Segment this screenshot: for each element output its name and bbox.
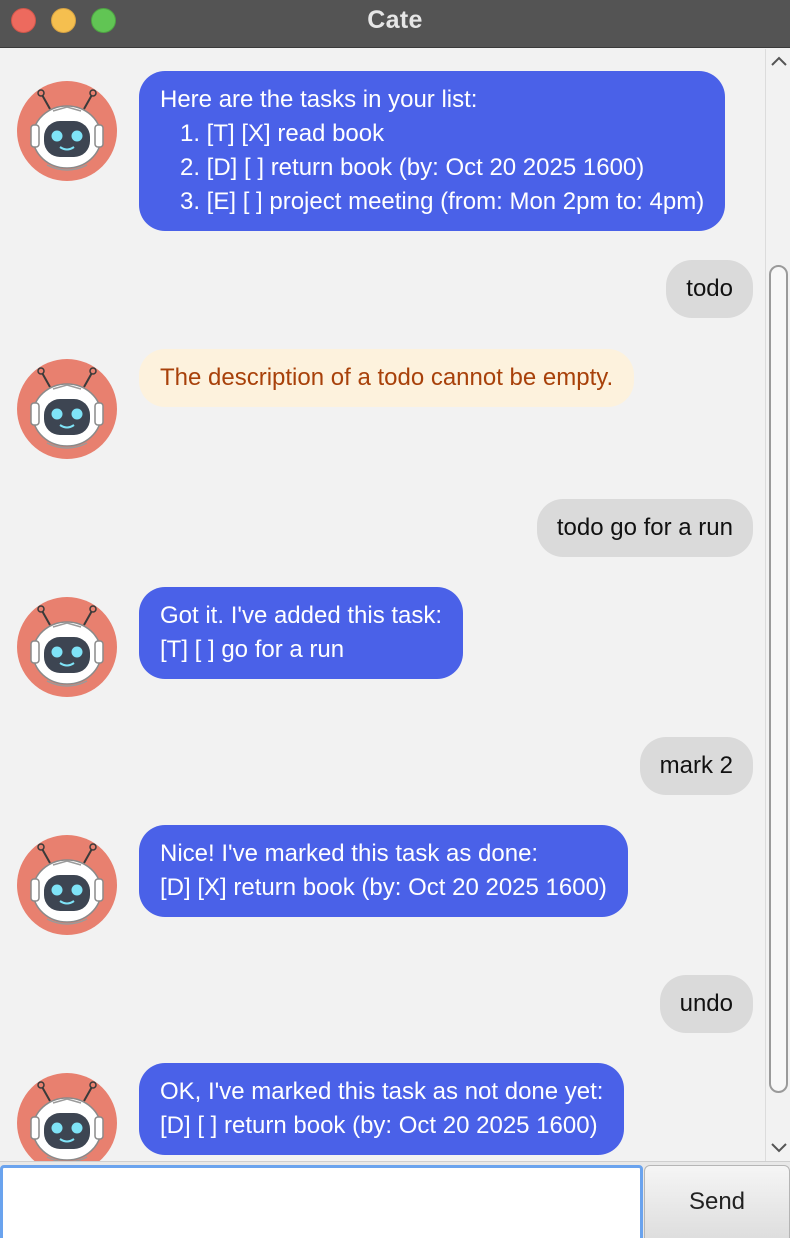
error-message: The description of a todo cannot be empt… (139, 349, 635, 407)
message-line: 2. [D] [ ] return book (by: Oct 20 2025 … (180, 154, 645, 181)
message-line: 3. [E] [ ] project meeting (from: Mon 2p… (180, 188, 705, 215)
message-line: Nice! I've marked this task as done: (160, 840, 539, 867)
robot-avatar-icon (17, 359, 117, 459)
vertical-scrollbar[interactable] (765, 49, 790, 1161)
robot-avatar-icon (17, 835, 117, 935)
robot-avatar-icon (17, 1073, 117, 1161)
bot-message: Here are the tasks in your list: 1. [T] … (139, 71, 726, 231)
message-line: Here are the tasks in your list: (160, 86, 478, 113)
user-message: undo (659, 975, 753, 1033)
input-bar: Send (0, 1161, 790, 1238)
bot-message: OK, I've marked this task as not done ye… (139, 1063, 625, 1155)
user-message: todo (666, 260, 753, 318)
scrollbar-thumb[interactable] (769, 265, 788, 1093)
user-message: todo go for a run (536, 499, 753, 557)
message-line: 1. [T] [X] read book (180, 120, 385, 147)
chevron-down-icon[interactable] (766, 1135, 790, 1161)
chevron-up-icon[interactable] (766, 49, 790, 75)
bot-message: Got it. I've added this task: [T] [ ] go… (139, 587, 464, 679)
message-line: OK, I've marked this task as not done ye… (160, 1078, 604, 1105)
send-button[interactable]: Send (644, 1165, 790, 1238)
message-line: [D] [X] return book (by: Oct 20 2025 160… (160, 874, 607, 901)
user-message: mark 2 (639, 737, 753, 795)
message-line: Got it. I've added this task: (160, 602, 443, 629)
window-title: Cate (367, 6, 423, 34)
robot-avatar-icon (17, 81, 117, 181)
message-line: [D] [ ] return book (by: Oct 20 2025 160… (160, 1112, 598, 1139)
bot-message: Nice! I've marked this task as done: [D]… (139, 825, 628, 917)
dialog-container: Here are the tasks in your list: 1. [T] … (0, 49, 765, 1161)
title-bar: Cate (0, 0, 790, 48)
message-line: [T] [ ] go for a run (160, 636, 345, 663)
message-input[interactable] (0, 1165, 643, 1238)
robot-avatar-icon (17, 597, 117, 697)
